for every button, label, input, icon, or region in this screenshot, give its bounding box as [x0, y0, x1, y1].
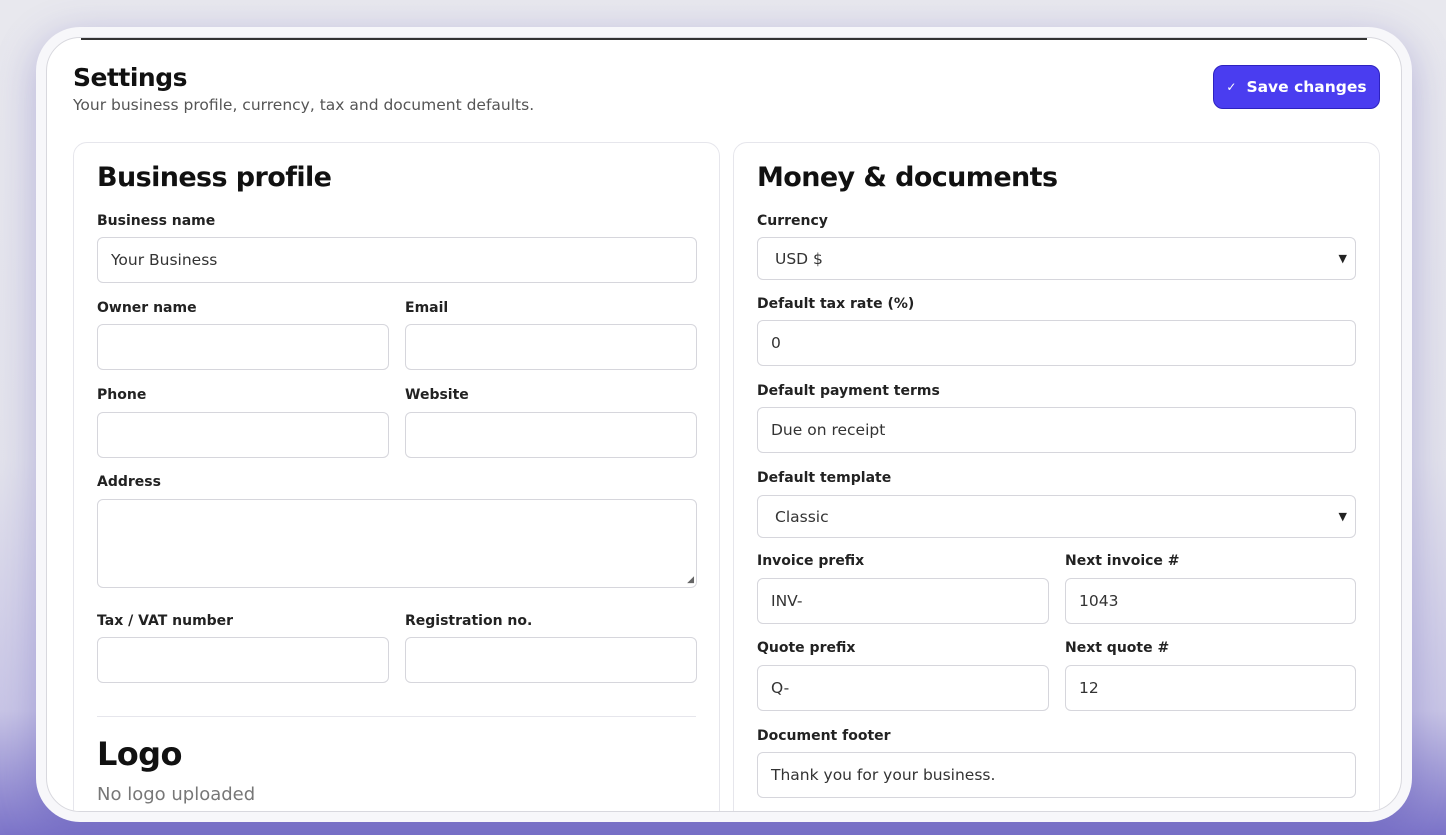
page-subtitle: Your business profile, currency, tax and…	[73, 96, 535, 114]
top-divider-line	[81, 38, 1367, 40]
template-label: Default template	[757, 470, 892, 486]
save-changes-label: Save changes	[1246, 78, 1367, 96]
payment-terms-label: Default payment terms	[757, 383, 940, 399]
business-name-label: Business name	[97, 213, 216, 229]
business-name-value: Your Business	[111, 251, 218, 269]
phone-input[interactable]	[97, 412, 389, 458]
currency-select[interactable]: USD $ ▼	[757, 237, 1356, 280]
email-label: Email	[405, 300, 449, 316]
page-title: Settings	[73, 63, 188, 92]
business-profile-card: Business profile Business name Your Busi…	[73, 142, 720, 811]
template-value: Classic	[775, 507, 829, 526]
email-input[interactable]	[405, 324, 697, 370]
registration-label: Registration no.	[405, 613, 533, 629]
next-invoice-input[interactable]: 1043	[1065, 578, 1356, 624]
next-invoice-value: 1043	[1079, 592, 1119, 610]
money-documents-title: Money & documents	[757, 162, 1058, 193]
payment-terms-value: Due on receipt	[771, 421, 886, 439]
tax-vat-label: Tax / VAT number	[97, 613, 234, 629]
owner-name-input[interactable]	[97, 324, 389, 370]
money-documents-card: Money & documents Currency USD $ ▼ Defau…	[733, 142, 1380, 811]
currency-value: USD $	[775, 249, 823, 268]
chevron-down-icon: ▼	[1338, 252, 1347, 265]
tax-rate-label: Default tax rate (%)	[757, 296, 915, 312]
invoice-prefix-label: Invoice prefix	[757, 553, 865, 569]
next-invoice-label: Next invoice #	[1065, 553, 1180, 569]
next-quote-value: 12	[1079, 679, 1099, 697]
chevron-down-icon: ▼	[1338, 510, 1347, 523]
next-quote-input[interactable]: 12	[1065, 665, 1356, 711]
address-textarea[interactable]: ◢	[97, 499, 697, 588]
invoice-prefix-input[interactable]: INV-	[757, 578, 1049, 624]
tax-vat-input[interactable]	[97, 637, 389, 683]
address-label: Address	[97, 474, 161, 490]
check-icon: ✓	[1226, 80, 1237, 94]
currency-label: Currency	[757, 213, 828, 229]
logo-title: Logo	[97, 735, 182, 773]
registration-input[interactable]	[405, 637, 697, 683]
next-quote-label: Next quote #	[1065, 640, 1170, 656]
document-footer-input[interactable]: Thank you for your business.	[757, 752, 1356, 798]
business-name-input[interactable]: Your Business	[97, 237, 697, 283]
document-footer-value: Thank you for your business.	[771, 766, 996, 784]
tax-rate-input[interactable]: 0	[757, 320, 1356, 366]
settings-panel: Settings Your business profile, currency…	[46, 37, 1402, 812]
phone-label: Phone	[97, 387, 147, 403]
section-divider	[97, 716, 696, 717]
payment-terms-input[interactable]: Due on receipt	[757, 407, 1356, 453]
business-profile-title: Business profile	[97, 162, 332, 193]
document-footer-label: Document footer	[757, 728, 891, 744]
quote-prefix-value: Q-	[771, 679, 790, 697]
owner-name-label: Owner name	[97, 300, 197, 316]
logo-status: No logo uploaded	[97, 784, 256, 805]
resize-grip-icon[interactable]: ◢	[687, 576, 694, 585]
save-changes-button[interactable]: ✓ Save changes	[1213, 65, 1380, 109]
tax-rate-value: 0	[771, 334, 781, 352]
template-select[interactable]: Classic ▼	[757, 495, 1356, 538]
invoice-prefix-value: INV-	[771, 592, 803, 610]
quote-prefix-label: Quote prefix	[757, 640, 856, 656]
quote-prefix-input[interactable]: Q-	[757, 665, 1049, 711]
website-input[interactable]	[405, 412, 697, 458]
website-label: Website	[405, 387, 469, 403]
